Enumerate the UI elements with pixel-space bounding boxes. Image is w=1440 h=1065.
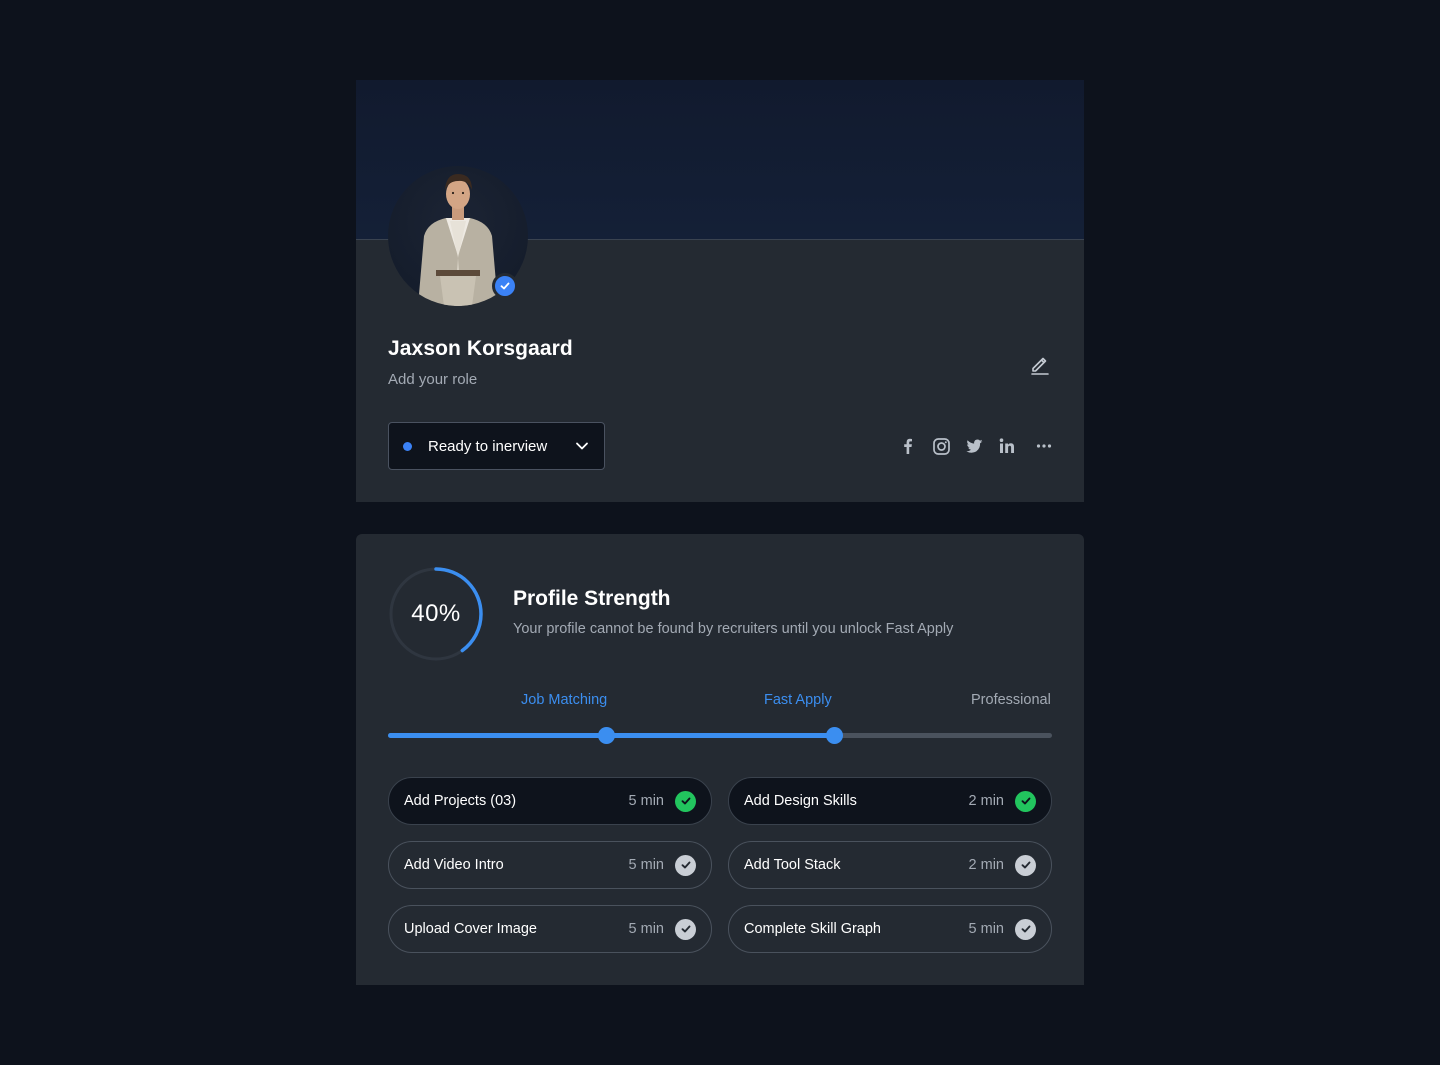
linkedin-icon[interactable] bbox=[995, 434, 1019, 458]
task-time: 5 min bbox=[628, 793, 664, 809]
milestone-marker-job-matching bbox=[598, 727, 615, 744]
instagram-icon[interactable] bbox=[929, 434, 953, 458]
task-time: 5 min bbox=[628, 921, 664, 937]
task-label: Add Design Skills bbox=[744, 793, 857, 809]
strength-title: Profile Strength bbox=[513, 587, 671, 610]
task-label: Add Video Intro bbox=[404, 857, 504, 873]
social-links bbox=[896, 434, 1056, 458]
milestone-job-matching: Job Matching bbox=[521, 692, 608, 708]
edit-profile-button[interactable] bbox=[1026, 350, 1054, 378]
profile-name: Jaxson Korsgaard bbox=[388, 337, 573, 360]
status-label: Ready to inerview bbox=[428, 437, 548, 455]
check-circle-icon bbox=[675, 790, 696, 812]
task-complete-skill-graph[interactable]: Complete Skill Graph 5 min bbox=[728, 905, 1052, 953]
status-dot bbox=[403, 441, 412, 451]
facebook-icon[interactable] bbox=[896, 434, 920, 458]
strength-percent: 40% bbox=[411, 600, 461, 627]
verified-check-icon bbox=[492, 273, 518, 299]
pencil-icon bbox=[1031, 357, 1049, 375]
task-label: Add Tool Stack bbox=[744, 857, 841, 873]
twitter-icon[interactable] bbox=[962, 434, 986, 458]
check-circle-icon bbox=[1015, 854, 1036, 876]
check-circle-icon bbox=[1015, 790, 1036, 812]
milestone-marker-fast-apply bbox=[826, 727, 843, 744]
task-add-video-intro[interactable]: Add Video Intro 5 min bbox=[388, 841, 712, 889]
task-upload-cover-image[interactable]: Upload Cover Image 5 min bbox=[388, 905, 712, 953]
task-time: 2 min bbox=[968, 793, 1004, 809]
task-add-design-skills[interactable]: Add Design Skills 2 min bbox=[728, 777, 1052, 825]
task-time: 5 min bbox=[628, 857, 664, 873]
task-time: 5 min bbox=[968, 921, 1004, 937]
add-role-link[interactable]: Add your role bbox=[388, 371, 477, 388]
task-add-tool-stack[interactable]: Add Tool Stack 2 min bbox=[728, 841, 1052, 889]
check-circle-icon bbox=[675, 854, 696, 876]
profile-card: Jaxson Korsgaard Add your role Ready to … bbox=[356, 80, 1084, 502]
status-dropdown[interactable]: Ready to inerview bbox=[388, 422, 605, 470]
check-circle-icon bbox=[1015, 918, 1036, 940]
task-label: Complete Skill Graph bbox=[744, 921, 881, 937]
chevron-down-icon bbox=[576, 442, 588, 450]
task-time: 2 min bbox=[968, 857, 1004, 873]
profile-strength-card: 40% Profile Strength Your profile cannot… bbox=[356, 534, 1084, 985]
strength-subtitle: Your profile cannot be found by recruite… bbox=[513, 621, 954, 637]
avatar[interactable] bbox=[388, 166, 528, 306]
check-circle-icon bbox=[675, 918, 696, 940]
more-options-icon[interactable] bbox=[1032, 434, 1056, 458]
task-label: Upload Cover Image bbox=[404, 921, 537, 937]
milestone-fast-apply: Fast Apply bbox=[764, 692, 832, 708]
task-add-projects[interactable]: Add Projects (03) 5 min bbox=[388, 777, 712, 825]
strength-progress-track bbox=[388, 727, 1052, 744]
milestone-professional: Professional bbox=[971, 692, 1051, 708]
task-label: Add Projects (03) bbox=[404, 793, 517, 809]
